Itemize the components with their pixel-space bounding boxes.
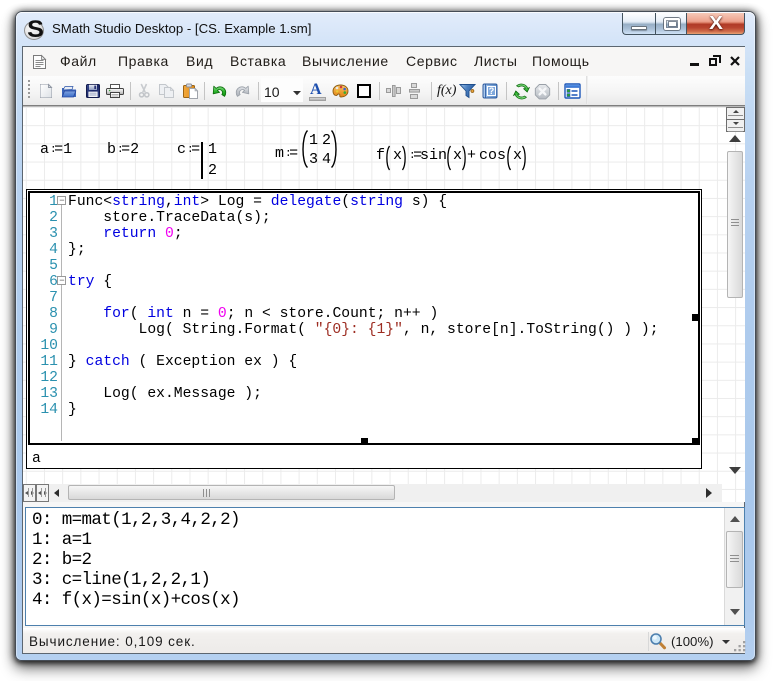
svg-text:?: ? <box>489 86 495 96</box>
